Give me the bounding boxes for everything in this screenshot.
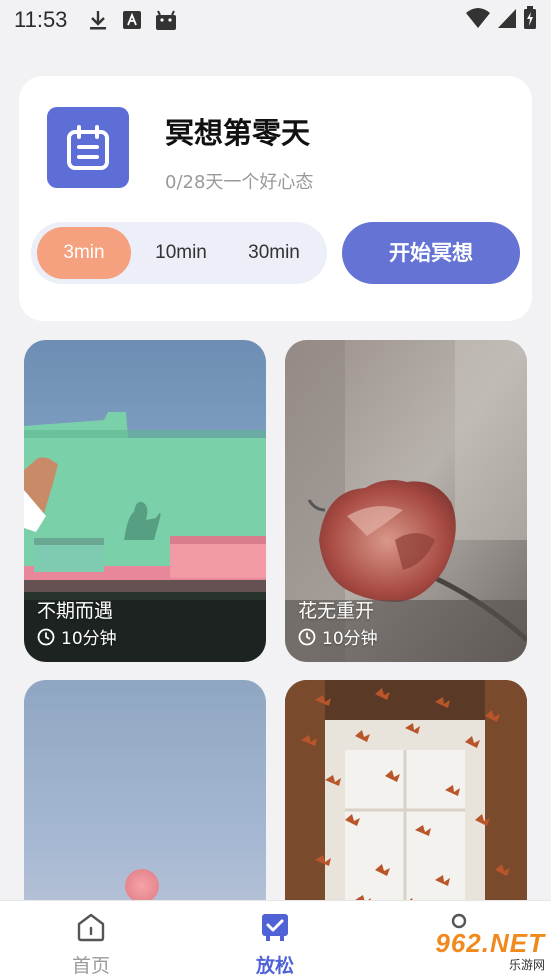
clock-icon <box>37 628 55 645</box>
nav-item-home[interactable]: 首页 <box>31 901 151 979</box>
card-title: 不期而遇 <box>37 600 114 622</box>
meditation-card-item[interactable] <box>24 680 266 920</box>
nav-label: 首页 <box>71 955 110 977</box>
duration-option-10min[interactable]: 10min <box>139 227 223 279</box>
card-duration: 10分钟 <box>298 624 378 649</box>
home-icon <box>75 911 107 947</box>
wifi-icon <box>465 7 491 34</box>
meditation-card-item[interactable]: 不期而遇 10分钟 <box>24 340 266 662</box>
meditation-card: 冥想第零天 0/28天一个好心态 3min 10min 30min 开始冥想 <box>19 76 532 321</box>
a-notification-icon <box>119 7 145 33</box>
card-duration: 10分钟 <box>37 624 117 649</box>
watermark-sub: 乐游网 <box>508 957 545 972</box>
meditation-subtitle: 0/28天一个好心态 <box>165 172 314 193</box>
duration-option-30min[interactable]: 30min <box>229 227 319 279</box>
duration-option-3min[interactable]: 3min <box>37 227 131 279</box>
card-duration-text: 10分钟 <box>322 629 378 649</box>
signal-icon <box>497 7 517 34</box>
card-duration-text: 10分钟 <box>61 629 117 649</box>
meditation-card-item[interactable]: 花无重开 10分钟 <box>285 340 527 662</box>
download-icon <box>85 7 111 33</box>
duration-selector: 3min 10min 30min <box>31 222 327 284</box>
status-time: 11:53 <box>14 7 68 32</box>
meditation-card-item[interactable] <box>285 680 527 920</box>
start-meditation-button[interactable]: 开始冥想 <box>342 222 520 284</box>
card-image-sunset <box>24 680 266 920</box>
watermark-logo: 962.NET 乐游网 <box>413 927 545 973</box>
meditation-title: 冥想第零天 <box>165 116 311 150</box>
relax-icon <box>259 911 291 947</box>
battery-charging-icon <box>523 5 537 35</box>
status-bar: 11:53 <box>0 0 551 40</box>
nav-item-relax[interactable]: 放松 <box>215 901 335 979</box>
clock-icon <box>298 628 316 645</box>
watermark-main: 962.NET <box>435 927 545 958</box>
nav-label: 放松 <box>255 955 294 977</box>
calendar-icon <box>47 107 129 188</box>
card-image-butterflies <box>285 680 527 920</box>
android-icon <box>153 7 179 33</box>
card-title: 花无重开 <box>298 600 375 622</box>
